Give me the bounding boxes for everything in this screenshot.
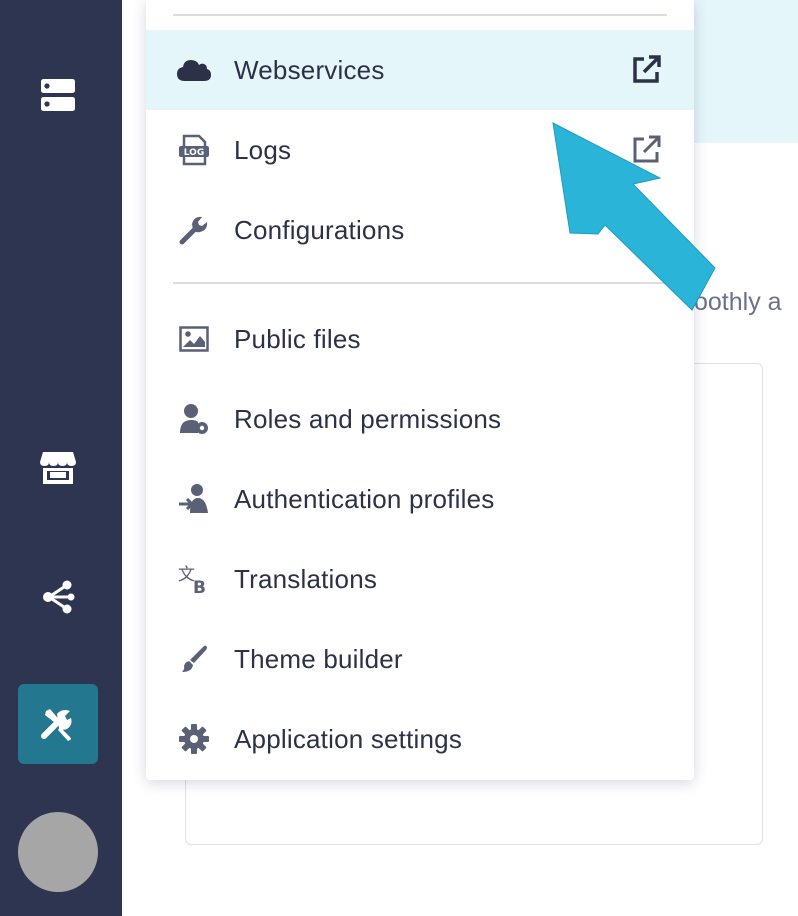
svg-text:B: B xyxy=(193,578,206,594)
menu-item-public-files[interactable]: Public files xyxy=(146,299,694,379)
menu-item-logs[interactable]: LOG Logs xyxy=(146,110,694,190)
user-lock-icon xyxy=(177,403,211,435)
menu-item-authentication-profiles[interactable]: Authentication profiles xyxy=(146,459,694,539)
cloud-icon xyxy=(177,54,211,86)
dropdown-menu: Webservices LOG Logs Configurations Publ… xyxy=(146,0,694,780)
menu-item-label: Configurations xyxy=(234,215,405,245)
user-login-icon xyxy=(177,483,211,515)
wrench-icon xyxy=(177,214,211,246)
sidebar-item-tools[interactable] xyxy=(18,684,98,764)
tools-icon xyxy=(41,709,72,741)
log-icon: LOG xyxy=(177,134,211,166)
background-banner xyxy=(694,0,798,143)
menu-item-label: Logs xyxy=(234,135,292,165)
menu-item-label: Translations xyxy=(234,564,378,594)
sidebar-item-store[interactable] xyxy=(18,427,98,507)
menu-item-label: Public files xyxy=(234,324,361,354)
menu-item-configurations[interactable]: Configurations xyxy=(146,190,694,270)
gear-icon xyxy=(177,723,211,755)
menu-item-roles-and-permissions[interactable]: Roles and permissions xyxy=(146,379,694,459)
sidebar-item-servers[interactable] xyxy=(18,55,98,135)
external-link-icon[interactable] xyxy=(630,214,662,246)
menu-item-label: Application settings xyxy=(234,724,463,754)
menu-item-label: Authentication profiles xyxy=(234,484,495,514)
menu-item-label: Theme builder xyxy=(234,644,403,674)
menu-item-translations[interactable]: 文 B Translations xyxy=(146,539,694,619)
paintbrush-icon xyxy=(177,643,211,675)
svg-text:LOG: LOG xyxy=(184,148,204,158)
server-icon xyxy=(41,79,75,111)
menu-item-application-settings[interactable]: Application settings xyxy=(146,699,694,779)
store-icon xyxy=(40,452,76,484)
avatar[interactable] xyxy=(18,812,98,892)
sidebar xyxy=(0,0,122,916)
external-link-icon[interactable] xyxy=(630,54,662,86)
share-icon xyxy=(43,580,75,614)
translate-icon: 文 B xyxy=(177,563,211,595)
menu-item-label: Webservices xyxy=(234,55,385,85)
menu-divider xyxy=(173,282,667,284)
menu-item-label: Roles and permissions xyxy=(234,404,502,434)
background-text: oothly a xyxy=(694,288,782,316)
menu-divider xyxy=(173,14,667,16)
menu-item-theme-builder[interactable]: Theme builder xyxy=(146,619,694,699)
external-link-icon[interactable] xyxy=(630,134,662,166)
image-icon xyxy=(177,323,211,355)
menu-item-webservices[interactable]: Webservices xyxy=(146,30,694,110)
sidebar-item-share[interactable] xyxy=(18,557,98,637)
